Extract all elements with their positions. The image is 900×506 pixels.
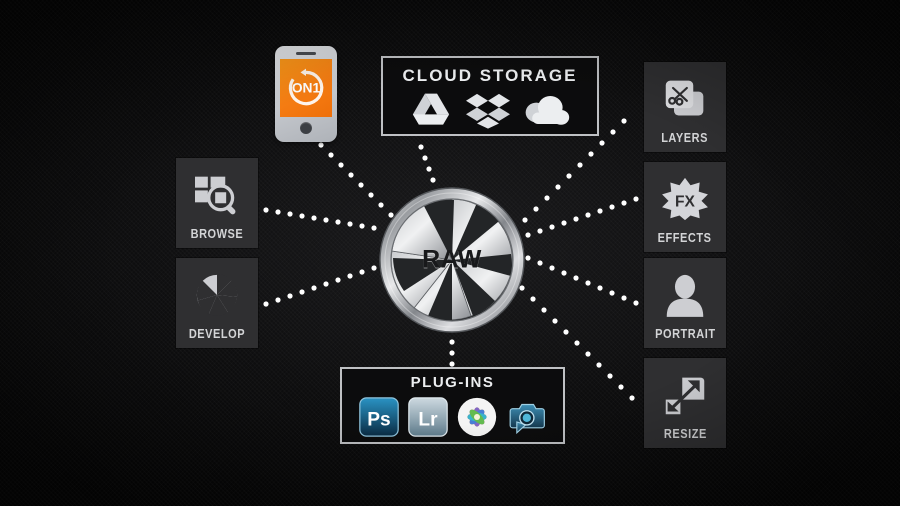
apple-photos-icon[interactable] xyxy=(457,397,497,437)
diagonal-resize-arrow-icon xyxy=(644,358,726,427)
lightroom-icon[interactable]: Lr xyxy=(408,396,448,437)
cloud-storage-title: CLOUD STORAGE xyxy=(402,66,578,85)
diagram-canvas: ON1 CLOUD STORAGE PLUG-INS Ps Lr BROWSE … xyxy=(0,0,900,506)
layers-scissors-icon xyxy=(644,62,726,131)
plugins-panel[interactable]: PLUG-INS Ps Lr xyxy=(340,367,565,444)
lightroom-label: Lr xyxy=(418,409,438,430)
browse-grid-magnifier-icon xyxy=(176,158,258,227)
sidebar-item-portrait[interactable]: PORTRAIT xyxy=(644,258,726,348)
phone-home-button-icon[interactable] xyxy=(300,122,312,134)
resize-label: RESIZE xyxy=(663,427,707,441)
connector-raw-to-browse xyxy=(263,207,377,231)
fx-starburst-icon: FX xyxy=(644,162,726,231)
portrait-label: PORTRAIT xyxy=(654,327,716,341)
phone-speaker-icon xyxy=(296,52,316,55)
effects-label: EFFECTS xyxy=(658,231,712,245)
raw-hub[interactable]: RAW xyxy=(378,186,526,334)
onedrive-cloud-icon[interactable] xyxy=(524,94,570,126)
dropbox-icon[interactable] xyxy=(466,91,510,129)
shutter-blades-icon xyxy=(176,258,258,327)
layers-label: LAYERS xyxy=(661,131,709,145)
on1-logo-text: ON1 xyxy=(292,81,321,96)
fx-glyph-text: FX xyxy=(675,193,696,210)
connector-raw-to-cloud xyxy=(418,144,436,183)
plugins-title: PLUG-INS xyxy=(410,374,495,391)
sidebar-item-resize[interactable]: RESIZE xyxy=(644,358,726,448)
photoshop-label: Ps xyxy=(367,409,390,430)
connector-raw-to-develop xyxy=(263,265,377,307)
sidebar-item-browse[interactable]: BROWSE xyxy=(176,158,258,248)
browse-label: BROWSE xyxy=(190,227,244,241)
sidebar-item-develop[interactable]: DEVELOP xyxy=(176,258,258,348)
connector-raw-to-portrait xyxy=(525,255,639,306)
sidebar-item-layers[interactable]: LAYERS xyxy=(644,62,726,152)
person-silhouette-icon xyxy=(644,258,726,327)
photoshop-icon[interactable]: Ps xyxy=(359,396,399,437)
cloud-storage-panel[interactable]: CLOUD STORAGE xyxy=(381,56,599,136)
on1-circular-arrow-logo: ON1 xyxy=(288,68,324,106)
google-drive-icon[interactable] xyxy=(410,91,452,129)
aperture-icon xyxy=(379,187,525,333)
phone-screen: ON1 xyxy=(280,59,332,117)
plugins-icon-row: Ps Lr xyxy=(342,391,563,442)
develop-label: DEVELOP xyxy=(188,327,246,341)
connector-raw-to-plugins xyxy=(449,339,455,367)
sidebar-item-effects[interactable]: FX EFFECTS xyxy=(644,162,726,252)
cloud-storage-icon-row xyxy=(383,86,597,134)
on1-mobile-phone[interactable]: ON1 xyxy=(275,46,337,142)
aperture-app-icon[interactable] xyxy=(506,397,546,437)
connector-raw-to-effects xyxy=(525,196,639,238)
